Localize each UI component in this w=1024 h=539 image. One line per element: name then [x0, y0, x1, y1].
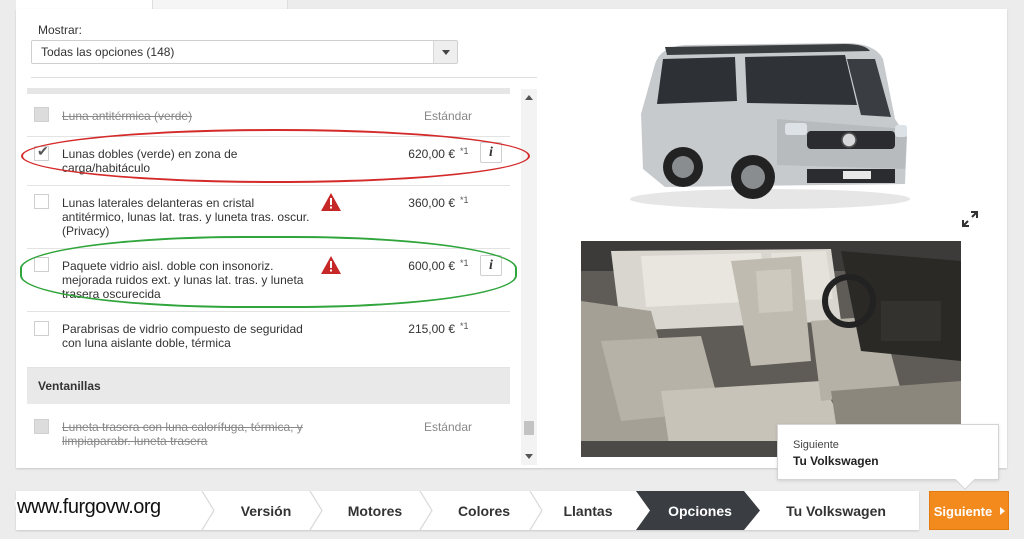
tooltip-arrow [955, 470, 975, 490]
warning-icon[interactable] [321, 193, 341, 216]
tooltip-label: Siguiente [793, 439, 839, 451]
filter-dropdown[interactable]: Todas las opciones (148) [31, 40, 458, 64]
next-button-label: Siguiente [933, 504, 993, 519]
section-header-ventanillas[interactable]: Ventanillas [27, 368, 510, 404]
filter-selected-value: Todas las opciones (148) [41, 45, 175, 59]
filter-label: Mostrar: [38, 23, 83, 37]
option-description: Parabrisas de vidrio compuesto de seguri… [62, 322, 303, 350]
option-note: *1 [460, 195, 469, 205]
step-label: Motores [347, 503, 403, 519]
green-annotation-circle [20, 236, 517, 308]
step-label: Versión [240, 503, 292, 519]
step-label: Tu Volkswagen [786, 503, 886, 519]
option-price: Estándar [423, 109, 472, 123]
scroll-thumb[interactable] [524, 421, 534, 435]
option-row: Luneta trasera con luna calorífuga, térm… [27, 404, 510, 460]
section-title: Ventanillas [38, 379, 101, 393]
option-checkbox[interactable] [34, 194, 49, 209]
top-tab-inactive[interactable] [152, 0, 288, 9]
option-row: Parabrisas de vidrio compuesto de seguri… [27, 312, 510, 368]
step-tu-volkswagen[interactable]: Tu Volkswagen [766, 491, 906, 530]
option-note: *1 [460, 321, 469, 331]
option-checkbox [34, 419, 49, 434]
watermark-text: www.furgovw.org [17, 496, 161, 518]
tooltip-title: Tu Volkswagen [793, 454, 879, 468]
option-price: 360,00 € [408, 196, 455, 210]
next-step-tooltip: Siguiente Tu Volkswagen [777, 424, 999, 490]
next-button[interactable]: Siguiente [929, 491, 1009, 530]
option-description: Luneta trasera con luna calorífuga, térm… [62, 420, 303, 448]
exterior-vehicle-image[interactable] [545, 19, 998, 235]
step-llantas[interactable]: Llantas [538, 491, 638, 530]
scroll-up-icon[interactable] [525, 95, 533, 100]
top-tabs [16, 0, 1006, 9]
step-label: Llantas [563, 503, 613, 519]
divider [31, 77, 537, 78]
option-price: 215,00 € [408, 322, 455, 336]
option-description: Luna antitérmica (verde) [62, 109, 193, 123]
chevron-right-icon [1000, 507, 1005, 515]
option-price: Estándar [423, 420, 472, 434]
step-label: Colores [457, 503, 511, 519]
option-description: Lunas laterales delanteras en cristal an… [62, 196, 310, 238]
step-label-active: Opciones [668, 503, 732, 519]
options-scrollbar[interactable] [521, 89, 537, 465]
expand-icon[interactable] [958, 207, 982, 231]
step-motores[interactable]: Motores [320, 491, 430, 530]
step-colores[interactable]: Colores [430, 491, 538, 530]
top-tab-active[interactable] [16, 0, 152, 9]
scroll-down-icon[interactable] [525, 454, 533, 459]
option-checkbox[interactable] [34, 321, 49, 336]
option-checkbox [34, 107, 49, 122]
step-version[interactable]: Versión [212, 491, 320, 530]
chevron-down-icon[interactable] [433, 41, 457, 63]
red-annotation-circle [21, 129, 530, 183]
